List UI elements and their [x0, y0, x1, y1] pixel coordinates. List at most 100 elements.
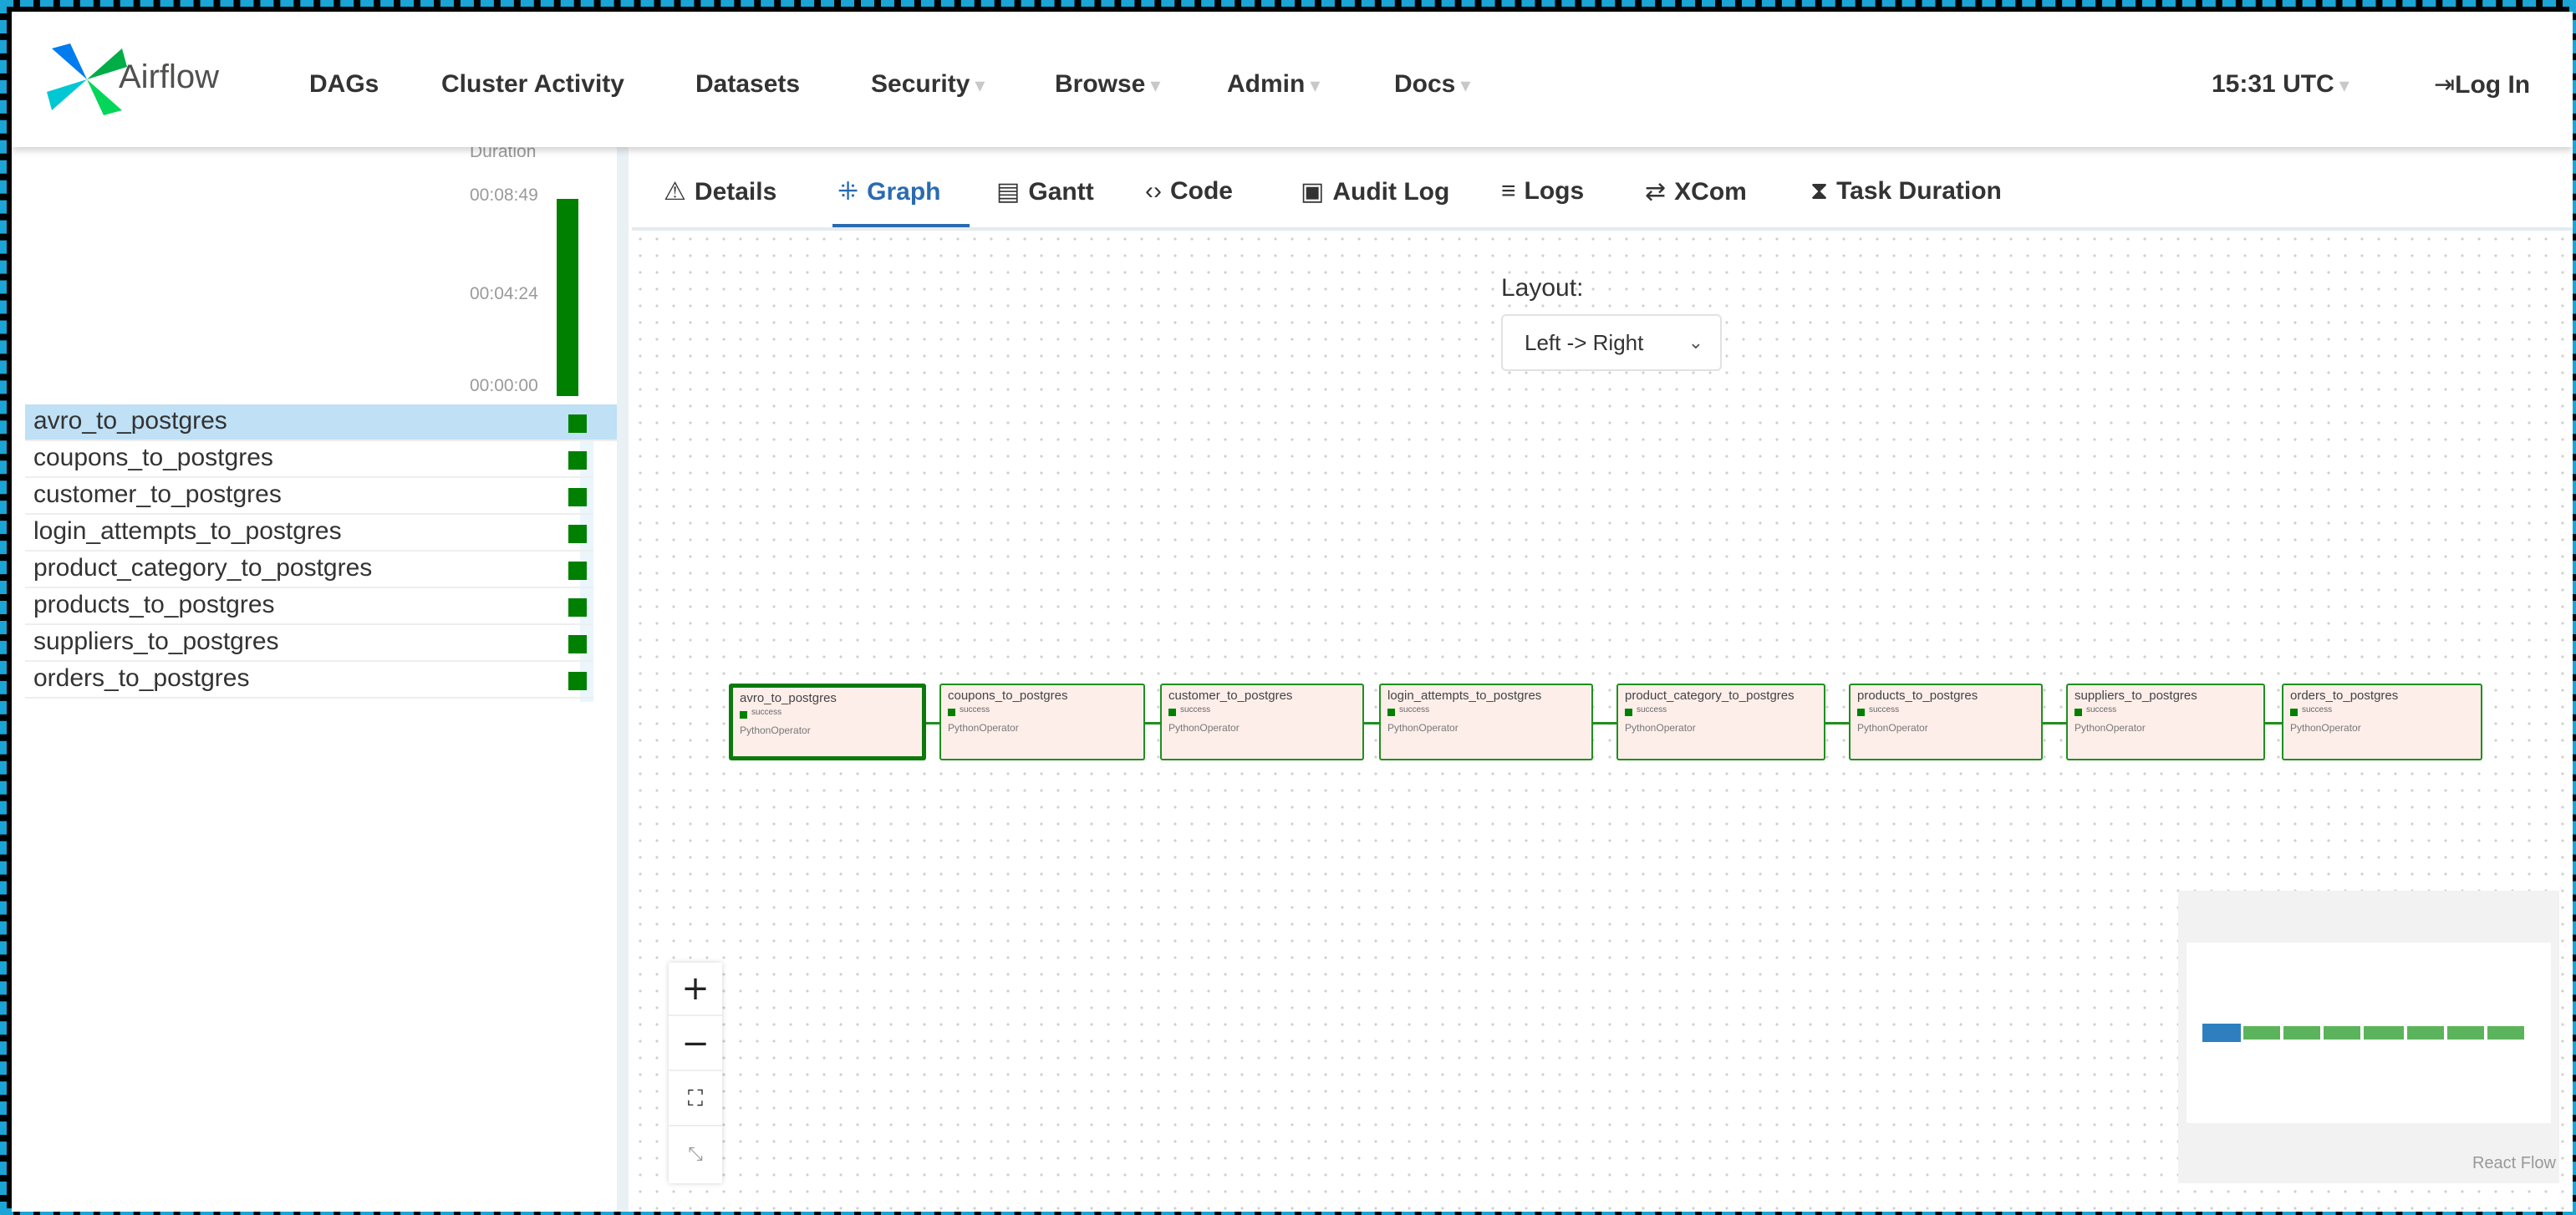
navbar: Airflow DAGs Cluster Activity Datasets S… — [12, 12, 2573, 147]
nav-docs[interactable]: Docs ▾ — [1394, 70, 1470, 99]
react-flow-attribution[interactable]: React Flow — [2472, 1154, 2556, 1173]
graph-icon: ⁜ — [837, 178, 859, 206]
minimap[interactable]: React Flow — [2178, 891, 2559, 1183]
active-tab-indicator — [832, 224, 970, 227]
node-task-name: avro_to_postgres — [740, 691, 837, 705]
status-square-icon — [1857, 709, 1865, 716]
nav-security-label: Security — [871, 70, 970, 98]
task-row[interactable]: avro_to_postgres — [25, 404, 624, 441]
node-operator: PythonOperator — [1168, 722, 1240, 734]
nav-browse-label: Browse — [1055, 70, 1146, 98]
nav-admin[interactable]: Admin ▾ — [1227, 70, 1320, 99]
graph-edge — [2043, 722, 2066, 724]
task-status-square[interactable] — [568, 598, 587, 617]
task-node[interactable]: coupons_to_postgres success PythonOperat… — [939, 684, 1145, 760]
tab-task-duration[interactable]: ⧗ Task Duration — [1810, 177, 2002, 206]
task-row[interactable]: suppliers_to_postgres — [25, 625, 593, 662]
tab-gantt[interactable]: ▤ Gantt — [996, 177, 1094, 206]
task-row[interactable]: login_attempts_to_postgres — [25, 515, 593, 552]
tab-label: Audit Log — [1332, 178, 1450, 206]
panel-resize-handle[interactable] — [617, 147, 629, 1212]
task-status-square[interactable] — [568, 451, 587, 470]
logs-icon: ≡ — [1501, 177, 1516, 205]
login-icon: ⇥ — [2434, 71, 2456, 99]
toggle-interactivity-button[interactable]: ⤡ — [669, 1128, 722, 1182]
task-status-square[interactable] — [568, 635, 587, 653]
audit-log-icon: ▣ — [1301, 178, 1325, 206]
zoom-out-button[interactable]: − — [669, 1018, 722, 1071]
hourglass-icon: ⧗ — [1810, 177, 1829, 205]
nav-security[interactable]: Security ▾ — [871, 70, 985, 99]
task-name: coupons_to_postgres — [33, 444, 273, 471]
graph-edge — [926, 722, 939, 724]
status-square-icon — [2075, 709, 2082, 716]
node-operator: PythonOperator — [1387, 722, 1459, 734]
tab-xcom[interactable]: ⇄ XCom — [1645, 177, 1747, 206]
airflow-app: Airflow DAGs Cluster Activity Datasets S… — [12, 12, 2573, 1212]
tab-details[interactable]: ⚠ Details — [664, 177, 776, 206]
task-node[interactable]: orders_to_postgres success PythonOperato… — [2282, 684, 2482, 760]
nav-datasets[interactable]: Datasets — [695, 70, 800, 99]
caret-down-icon: ▾ — [1310, 74, 1321, 97]
task-node[interactable]: products_to_postgres success PythonOpera… — [1849, 684, 2043, 760]
layout-label: Layout: — [1501, 274, 1584, 302]
nav-browse[interactable]: Browse ▾ — [1055, 70, 1160, 99]
fit-view-button[interactable]: ⛶ — [669, 1073, 722, 1126]
tab-graph[interactable]: ⁜ Graph — [837, 177, 941, 206]
node-operator: PythonOperator — [2075, 722, 2146, 734]
task-node[interactable]: suppliers_to_postgres success PythonOper… — [2066, 684, 2265, 760]
duration-tick: 00:00:00 — [470, 376, 538, 395]
task-node[interactable]: customer_to_postgres success PythonOpera… — [1160, 684, 1364, 760]
node-task-name: customer_to_postgres — [1168, 689, 1293, 703]
status-square-icon — [2290, 709, 2298, 716]
task-name: customer_to_postgres — [33, 480, 282, 508]
airflow-logo-icon[interactable] — [45, 42, 129, 117]
task-node[interactable]: login_attempts_to_postgres success Pytho… — [1379, 684, 1593, 760]
status-square-icon — [1168, 709, 1176, 716]
task-status-square[interactable] — [568, 414, 587, 433]
task-status-square[interactable] — [568, 488, 587, 506]
task-status-square[interactable] — [568, 562, 587, 580]
login-label: Log In — [2455, 71, 2531, 99]
task-row[interactable]: orders_to_postgres — [25, 662, 593, 699]
node-task-name: login_attempts_to_postgres — [1387, 689, 1542, 703]
layout-value: Left -> Right — [1525, 330, 1644, 355]
status-square-icon — [948, 709, 955, 716]
minimap-node — [2202, 1024, 2241, 1042]
task-node[interactable]: product_category_to_postgres success Pyt… — [1616, 684, 1825, 760]
brand-name[interactable]: Airflow — [119, 58, 219, 96]
layout-select[interactable]: Left -> Right ⌄ — [1501, 314, 1722, 371]
tab-label: Code — [1169, 177, 1233, 205]
node-status: success — [1399, 705, 1430, 714]
tab-label: Logs — [1524, 177, 1585, 205]
task-row[interactable]: products_to_postgres — [25, 588, 593, 625]
node-task-name: suppliers_to_postgres — [2075, 689, 2197, 703]
run-duration-bar[interactable] — [557, 199, 578, 396]
task-row[interactable]: product_category_to_postgres — [25, 552, 593, 588]
node-task-name: products_to_postgres — [1857, 689, 1978, 703]
duration-tick: 00:08:49 — [470, 186, 538, 205]
task-row[interactable]: coupons_to_postgres — [25, 441, 593, 478]
zoom-in-button[interactable]: + — [669, 963, 722, 1016]
task-name: products_to_postgres — [33, 591, 275, 618]
node-task-name: orders_to_postgres — [2290, 689, 2399, 703]
minimap-node — [2407, 1026, 2444, 1040]
node-status: success — [1637, 705, 1667, 714]
xcom-icon: ⇄ — [1645, 178, 1667, 206]
node-status: success — [2302, 705, 2333, 714]
task-status-square[interactable] — [568, 672, 587, 690]
nav-dags[interactable]: DAGs — [309, 70, 379, 99]
nav-cluster-activity[interactable]: Cluster Activity — [441, 70, 624, 99]
task-status-square[interactable] — [568, 525, 587, 543]
task-row[interactable]: customer_to_postgres — [25, 478, 593, 515]
tab-audit-log[interactable]: ▣ Audit Log — [1301, 177, 1449, 206]
node-operator: PythonOperator — [1625, 722, 1696, 734]
tab-code[interactable]: ‹› Code — [1145, 177, 1233, 206]
nav-time[interactable]: 15:31 UTC ▾ — [2212, 70, 2349, 99]
task-node[interactable]: avro_to_postgres success PythonOperator — [729, 684, 926, 760]
login-link[interactable]: ⇥Log In — [2434, 70, 2530, 99]
node-status: success — [1869, 705, 1900, 714]
tab-logs[interactable]: ≡ Logs — [1501, 177, 1584, 206]
graph-canvas[interactable]: Layout: Left -> Right ⌄ avro_to_postgres… — [632, 231, 2573, 1212]
graph-controls: + − ⛶ ⤡ — [669, 963, 722, 1183]
